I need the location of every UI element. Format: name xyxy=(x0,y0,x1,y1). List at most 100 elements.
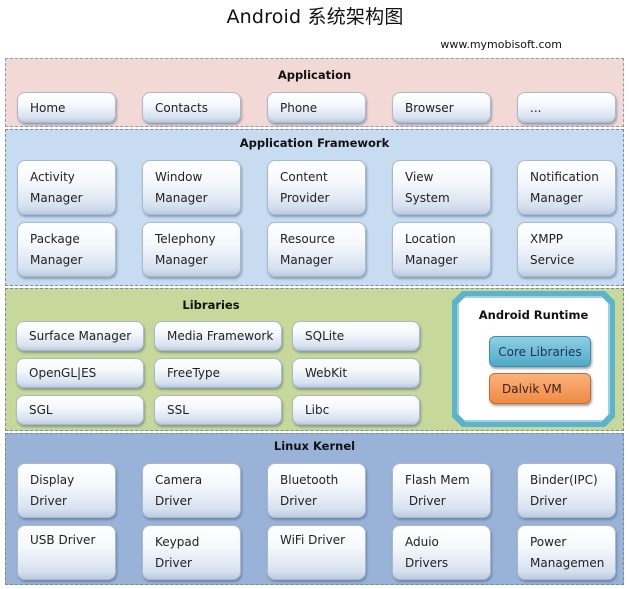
box-label-line2: Manager xyxy=(280,253,333,267)
box-label: SSL xyxy=(167,403,189,417)
box-label: Libc xyxy=(305,403,330,417)
box-label-line2: Manager xyxy=(30,191,83,205)
box-label-line2: Drivers xyxy=(405,556,449,570)
box-label-line1: WiFi Driver xyxy=(280,533,346,547)
lib-freetype: FreeType xyxy=(154,358,282,388)
box-label-line2: Manager xyxy=(530,191,583,205)
fw-window-manager: Window Manager xyxy=(142,160,241,215)
box-label-line2: System xyxy=(405,191,450,205)
fw-telephony-manager: Telephony Manager xyxy=(142,222,241,277)
box-label-line1: Location xyxy=(405,232,456,246)
box-label-line1: Aduio xyxy=(405,535,439,549)
box-label-line1: Content xyxy=(280,170,328,184)
android-runtime-inner: Android Runtime Core Libraries Dalvik VM xyxy=(457,296,610,422)
box-label: FreeType xyxy=(167,366,221,380)
lib-ssl: SSL xyxy=(154,395,282,425)
kernel-power-management: Power Managemen xyxy=(517,525,616,580)
kernel-wifi-driver: WiFi Driver xyxy=(267,525,366,580)
box-label-line1: XMPP xyxy=(530,232,564,246)
box-label-line2: Driver xyxy=(405,494,446,508)
kernel-bluetooth-driver: Bluetooth Driver xyxy=(267,463,366,518)
box-label-line2: Manager xyxy=(155,253,208,267)
box-label-line2: Service xyxy=(530,253,575,267)
box-label-line1: Bluetooth xyxy=(280,473,339,487)
kernel-keypad-driver: Keypad Driver xyxy=(142,525,241,580)
lib-sqlite: SQLite xyxy=(292,321,420,351)
box-label-line2: Driver xyxy=(30,494,67,508)
box-label: Media Framework xyxy=(167,329,274,343)
box-label-line1: View xyxy=(405,170,434,184)
fw-package-manager: Package Manager xyxy=(17,222,116,277)
box-label-line1: Flash Mem xyxy=(405,473,470,487)
box-label-line2: Driver xyxy=(155,494,192,508)
runtime-core-libraries: Core Libraries xyxy=(489,336,591,367)
box-label-line2: Driver xyxy=(280,494,317,508)
layer-title: Libraries xyxy=(182,298,240,312)
box-label-line2: Manager xyxy=(155,191,208,205)
box-label-line1: Power xyxy=(530,535,567,549)
layer-title: Linux Kernel xyxy=(273,439,356,453)
box-label-line2: Manager xyxy=(30,253,83,267)
box-label-line1: Window xyxy=(155,170,203,184)
kernel-display-driver: Display Driver xyxy=(17,463,116,518)
box-label: OpenGL|ES xyxy=(29,366,97,380)
box-label-line1: Resource xyxy=(280,232,336,246)
box-label-line2: Managemen xyxy=(530,556,605,570)
box-label-line2: Driver xyxy=(155,556,192,570)
box-label-line1: Activity xyxy=(30,170,75,184)
lib-surface-manager: Surface Manager xyxy=(16,321,144,351)
layer-title: Application xyxy=(277,68,352,82)
box-label-line1: Display xyxy=(30,473,75,487)
kernel-flash-mem-driver: Flash Mem Driver xyxy=(392,463,491,518)
source-url: www.mymobisoft.com xyxy=(440,38,562,51)
box-label-line1: Keypad xyxy=(155,535,200,549)
fw-location-manager: Location Manager xyxy=(392,222,491,277)
box-label: Browser xyxy=(405,100,454,115)
diagram-title: Android 系统架构图 xyxy=(226,6,404,28)
fw-xmpp-service: XMPP Service xyxy=(517,222,616,277)
app-phone: Phone xyxy=(267,92,366,123)
fw-content-provider: Content Provider xyxy=(267,160,366,215)
android-runtime-panel: Android Runtime Core Libraries Dalvik VM xyxy=(452,291,615,427)
box-label: Home xyxy=(30,100,66,115)
box-label: Phone xyxy=(280,100,318,115)
box-label: SQLite xyxy=(305,329,345,343)
lib-opengl-es: OpenGL|ES xyxy=(16,358,144,388)
lib-libc: Libc xyxy=(292,395,420,425)
kernel-binder-ipc-driver: Binder(IPC) Driver xyxy=(517,463,616,518)
lib-webkit: WebKit xyxy=(292,358,420,388)
fw-notification-manager: Notification Manager xyxy=(517,160,616,215)
box-label-line1: Notification xyxy=(530,170,599,184)
fw-resource-manager: Resource Manager xyxy=(267,222,366,277)
box-label-line2: Provider xyxy=(280,191,330,205)
box-label: Dalvik VM xyxy=(502,381,562,396)
box-label: ... xyxy=(530,100,542,115)
lib-sgl: SGL xyxy=(16,395,144,425)
box-label-line1: Binder(IPC) xyxy=(530,473,598,487)
box-label-line1: Package xyxy=(30,232,80,246)
app-home: Home xyxy=(17,92,116,123)
layer-application: Application Home Contacts Phone Browser … xyxy=(5,58,624,127)
layer-linux-kernel: Linux Kernel Display Driver Camera Driver … xyxy=(5,433,624,585)
box-label: SGL xyxy=(29,403,53,417)
box-label-line1: Camera xyxy=(155,473,203,487)
lib-media-framework: Media Framework xyxy=(154,321,282,351)
layer-application-framework: Application Framework Activity Manager Wi… xyxy=(5,129,624,286)
box-label: Core Libraries xyxy=(498,344,582,359)
box-label-line1: USB Driver xyxy=(30,533,96,547)
app-browser: Browser xyxy=(392,92,491,123)
app-contacts: Contacts xyxy=(142,92,241,123)
kernel-camera-driver: Camera Driver xyxy=(142,463,241,518)
fw-activity-manager: Activity Manager xyxy=(17,160,116,215)
kernel-usb-driver: USB Driver xyxy=(17,525,116,580)
box-label-line1: Telephony xyxy=(155,232,216,246)
fw-view-system: View System xyxy=(392,160,491,215)
box-label: WebKit xyxy=(305,366,348,380)
kernel-audio-drivers: Aduio Drivers xyxy=(392,525,491,580)
runtime-title: Android Runtime xyxy=(478,308,589,322)
box-label-line2: Manager xyxy=(405,253,458,267)
box-label: Contacts xyxy=(155,100,208,115)
box-label: Surface Manager xyxy=(29,329,132,343)
app-more: ... xyxy=(517,92,616,123)
runtime-dalvik-vm: Dalvik VM xyxy=(489,373,591,404)
